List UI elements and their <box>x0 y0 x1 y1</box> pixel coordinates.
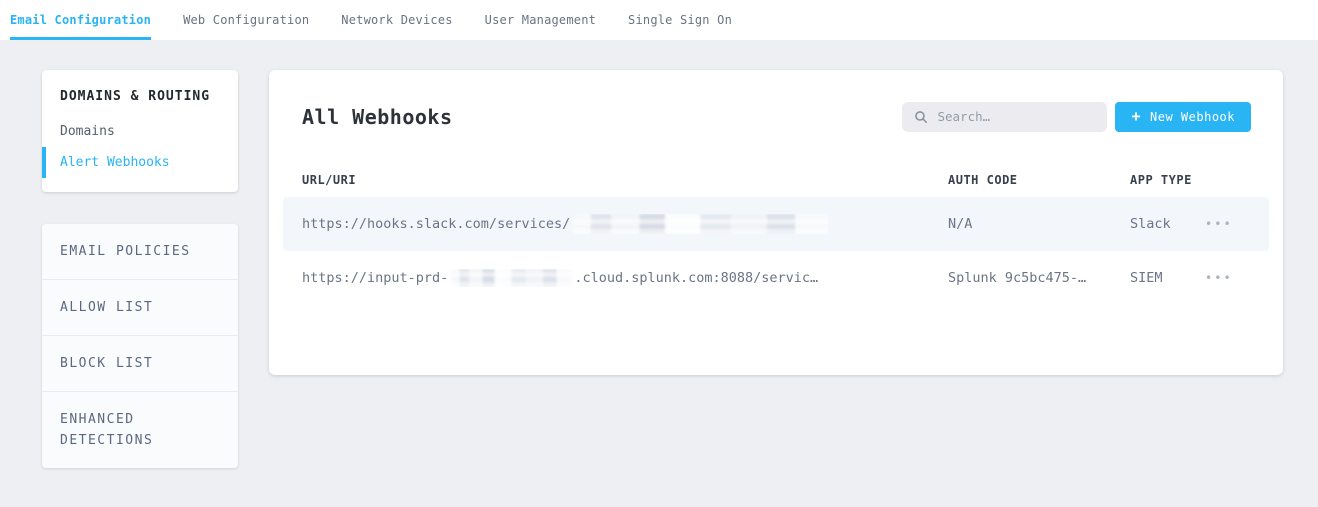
sidebar: DOMAINS & ROUTING Domains Alert Webhooks… <box>42 70 238 468</box>
sidebar-item-block-list[interactable]: BLOCK LIST <box>42 335 238 391</box>
app-type-cell: Slack <box>1130 216 1171 232</box>
policy-sections-card: EMAIL POLICIES ALLOW LIST BLOCK LIST ENH… <box>42 224 238 468</box>
header-actions: + New Webhook <box>902 101 1251 132</box>
row-menu-button[interactable]: ••• <box>1205 218 1269 230</box>
sidebar-item-allow-list[interactable]: ALLOW LIST <box>42 279 238 335</box>
redacted-url-segment <box>573 214 829 234</box>
search-icon <box>915 110 928 123</box>
column-header-url: URL/URI <box>302 173 357 187</box>
sidebar-item-email-policies[interactable]: EMAIL POLICIES <box>42 224 238 279</box>
row-menu-button[interactable]: ••• <box>1205 272 1269 284</box>
webhook-url-text: https://input-prd- <box>302 270 449 286</box>
auth-code-cell: Splunk 9c5bc475-… <box>948 270 1087 286</box>
domains-routing-heading: DOMAINS & ROUTING <box>60 89 211 104</box>
webhook-url-cell: https://hooks.slack.com/services/ <box>302 214 948 234</box>
webhook-url-suffix: .cloud.splunk.com:8088/servic… <box>574 270 819 286</box>
table-header-row: URL/URI AUTH CODE APP TYPE <box>269 163 1283 197</box>
webhook-url-cell: https://input-prd- .cloud.splunk.com:808… <box>302 269 948 287</box>
domains-routing-card: DOMAINS & ROUTING Domains Alert Webhooks <box>42 70 238 192</box>
column-header-auth-code: AUTH CODE <box>948 173 1018 187</box>
table-row[interactable]: https://hooks.slack.com/services/ N/A Sl… <box>283 197 1269 251</box>
panel-header: All Webhooks + New Webhook <box>269 70 1283 133</box>
webhook-url-text: https://hooks.slack.com/services/ <box>302 216 571 232</box>
search-box[interactable] <box>902 101 1108 132</box>
tab-web-configuration[interactable]: Web Configuration <box>183 0 309 40</box>
sidebar-item-enhanced-detections[interactable]: ENHANCED DETECTIONS <box>42 391 238 468</box>
tab-user-management[interactable]: User Management <box>485 0 596 40</box>
column-header-app-type: APP TYPE <box>1130 173 1192 187</box>
search-input[interactable] <box>937 109 1098 124</box>
auth-code-cell: N/A <box>948 216 973 232</box>
webhooks-panel: All Webhooks + New Webhook URL/URI AUTH … <box>269 70 1283 375</box>
top-tab-bar: Email Configuration Web Configuration Ne… <box>0 0 1318 40</box>
new-webhook-button[interactable]: + New Webhook <box>1115 101 1251 132</box>
app-type-cell: SIEM <box>1130 270 1163 286</box>
sidebar-item-domains[interactable]: Domains <box>42 116 238 147</box>
tab-single-sign-on[interactable]: Single Sign On <box>628 0 732 40</box>
redacted-url-segment <box>451 269 573 287</box>
table-row[interactable]: https://input-prd- .cloud.splunk.com:808… <box>283 251 1269 305</box>
new-webhook-label: New Webhook <box>1150 109 1235 124</box>
tab-email-configuration[interactable]: Email Configuration <box>10 0 152 40</box>
sidebar-item-alert-webhooks[interactable]: Alert Webhooks <box>42 147 238 178</box>
page-content: DOMAINS & ROUTING Domains Alert Webhooks… <box>0 40 1318 468</box>
page-title: All Webhooks <box>302 104 453 129</box>
tab-network-devices[interactable]: Network Devices <box>341 0 452 40</box>
plus-icon: + <box>1131 106 1142 125</box>
